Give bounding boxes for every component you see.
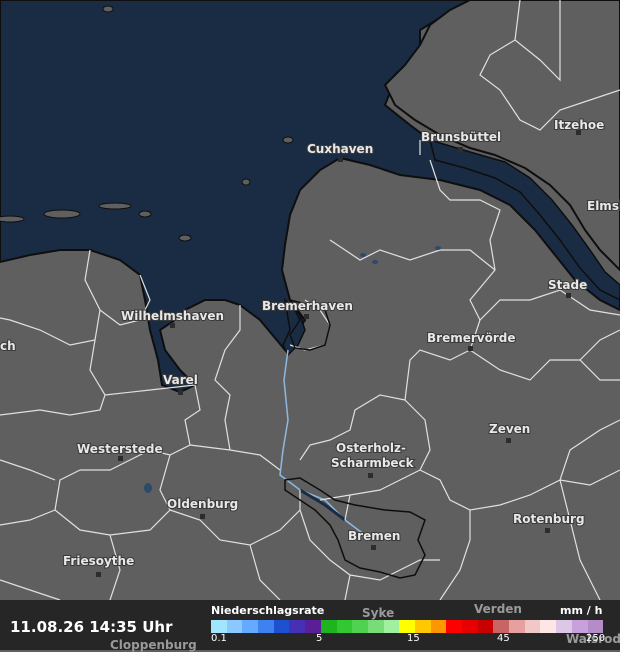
scale-swatch xyxy=(352,620,368,633)
city-dot-stade xyxy=(566,293,571,298)
scale-swatch xyxy=(556,620,572,633)
scale-swatch xyxy=(226,620,243,633)
scale-swatch xyxy=(540,620,557,633)
city-dot-bremen xyxy=(371,545,376,550)
city-label-bremerhaven: Bremerhaven xyxy=(262,299,353,313)
city-label-bremervoerde: Bremervörde xyxy=(427,331,515,345)
scale-swatch xyxy=(571,620,588,633)
city-dot-wilhelmshaven xyxy=(170,323,175,328)
island xyxy=(43,209,81,219)
scale-swatch xyxy=(524,620,541,633)
city-dot-osterholz xyxy=(368,473,373,478)
scale-swatch xyxy=(462,620,478,633)
scale-swatch xyxy=(336,620,353,633)
city-label-itzehoe: Itzehoe xyxy=(554,118,604,132)
lake xyxy=(372,260,378,264)
city-label-friesoythe: Friesoythe xyxy=(63,554,134,568)
precipitation-color-scale xyxy=(211,620,604,633)
scale-swatch xyxy=(477,620,494,633)
legend-tick-15: 15 xyxy=(407,633,420,644)
scale-swatch xyxy=(289,620,306,633)
city-label-zeven: Zeven xyxy=(489,422,530,436)
city-label-wilhelmshaven: Wilhelmshaven xyxy=(121,309,224,323)
timestamp: 11.08.26 14:35 Uhr xyxy=(10,618,173,636)
city-label-stade: Stade xyxy=(548,278,587,292)
city-label-cuxhaven: Cuxhaven xyxy=(307,142,373,156)
city-label-partial-west: ch xyxy=(0,339,16,353)
scale-swatch xyxy=(383,620,400,633)
city-label-brunsbuettel: Brunsbüttel xyxy=(421,130,501,144)
lake xyxy=(435,246,441,250)
city-label-elmshorn: Elmsh xyxy=(587,199,620,213)
scale-swatch xyxy=(587,620,604,633)
city-dot-rotenburg xyxy=(545,528,550,533)
legend-tick-max: 250 xyxy=(586,633,606,644)
lake xyxy=(144,483,152,493)
city-dot-bremervoerde xyxy=(468,346,473,351)
island xyxy=(138,210,152,218)
city-dot-friesoythe xyxy=(96,572,101,577)
city-label-rotenburg: Rotenburg xyxy=(513,512,585,526)
scale-swatch xyxy=(320,620,337,633)
island xyxy=(282,136,294,144)
island xyxy=(241,178,251,186)
legend-title: Niederschlagsrate xyxy=(211,604,325,617)
city-label-oldenburg: Oldenburg xyxy=(167,497,238,511)
scale-swatch xyxy=(258,620,274,633)
scale-swatch xyxy=(509,620,525,633)
city-dot-varel xyxy=(178,390,183,395)
scale-swatch xyxy=(446,620,462,633)
scale-swatch xyxy=(414,620,431,633)
island xyxy=(102,5,114,13)
city-dot-zeven xyxy=(506,438,511,443)
city-dot-bremerhaven xyxy=(304,314,309,319)
city-dot-oldenburg xyxy=(200,514,205,519)
city-dot-cuxhaven xyxy=(338,157,343,162)
city-label-varel: Varel xyxy=(163,373,198,387)
legend-tick-min: 0.1 xyxy=(211,633,227,644)
legend-unit: mm / h xyxy=(560,604,603,617)
legend-tick-5: 5 xyxy=(316,633,323,644)
map-label-verden: Verden xyxy=(474,602,522,616)
island xyxy=(0,215,25,223)
scale-swatch xyxy=(305,620,321,633)
lake xyxy=(360,253,366,257)
city-label-scharmbeck: Scharmbeck xyxy=(331,456,415,470)
legend-tick-45: 45 xyxy=(497,633,510,644)
scale-swatch xyxy=(430,620,447,633)
scale-swatch xyxy=(399,620,415,633)
map-label-syke: Syke xyxy=(362,606,395,620)
city-label-bremen: Bremen xyxy=(348,529,400,543)
scale-swatch xyxy=(242,620,259,633)
island xyxy=(98,202,132,210)
city-dot-brunsbuettel xyxy=(458,147,463,152)
scale-swatch xyxy=(367,620,384,633)
city-dot-westerstede xyxy=(118,456,123,461)
scale-swatch xyxy=(493,620,510,633)
city-label-westerstede: Westerstede xyxy=(77,442,163,456)
weather-map: Cuxhaven Brunsbüttel Itzehoe Elmsh Stade… xyxy=(0,0,620,650)
scale-swatch xyxy=(273,620,290,633)
scale-swatch xyxy=(211,620,227,633)
city-label-osterholz: Osterholz- xyxy=(336,441,406,455)
island xyxy=(178,234,192,242)
